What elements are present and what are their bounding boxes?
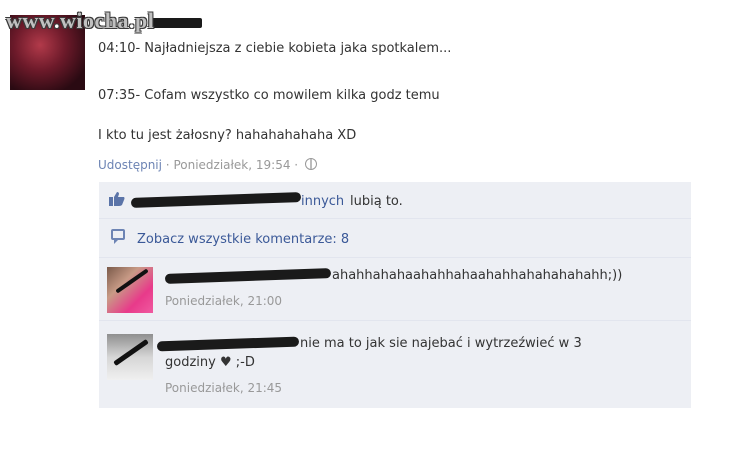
share-link[interactable]: Udostępnij xyxy=(98,158,162,172)
comment-item: nie ma to jak sie najebać i wytrzeźwieć … xyxy=(99,321,691,408)
likes-row: innych lubią to. xyxy=(99,182,691,219)
comment-text: ahahhahahaahahhahaahahhahahahahahh;)) xyxy=(332,268,623,283)
post-line: 07:35- Cofam wszystko co mowilem kilka g… xyxy=(98,88,440,103)
view-all-comments-link[interactable]: Zobacz wszystkie komentarze: 8 xyxy=(137,232,349,247)
post-line: I kto tu jest żałosny? hahahahahaha XD xyxy=(98,128,357,143)
comment-timestamp[interactable]: Poniedziałek, 21:45 xyxy=(165,381,282,395)
redaction-bar xyxy=(164,268,332,284)
comment-text: godziny ♥ ;-D xyxy=(165,355,255,370)
globe-icon[interactable] xyxy=(304,158,317,170)
likes-suffix: lubią to. xyxy=(350,194,403,209)
others-link[interactable]: innych xyxy=(301,194,344,209)
post-timestamp[interactable]: Poniedziałek, 19:54 xyxy=(173,158,290,172)
redaction-bar xyxy=(156,336,300,352)
comment-timestamp[interactable]: Poniedziałek, 21:00 xyxy=(165,294,282,308)
redaction-bar xyxy=(150,18,202,28)
post-line: 04:10- Najładniejsza z ciebie kobieta ja… xyxy=(98,41,452,56)
watermark-name: wiocha xyxy=(59,8,129,33)
commenter-avatar[interactable] xyxy=(107,267,153,313)
watermark-tld: pl xyxy=(134,8,155,33)
post-meta: Udostępnij · Poniedziałek, 19:54 · xyxy=(98,158,317,172)
view-all-comments-row[interactable]: Zobacz wszystkie komentarze: 8 xyxy=(99,219,691,258)
thumbs-up-icon[interactable] xyxy=(109,192,125,206)
redaction-bar xyxy=(130,192,302,208)
feedback-box: innych lubią to. Zobacz wszystkie koment… xyxy=(99,182,691,408)
meta-separator: · xyxy=(161,158,174,172)
watermark-logo: www.wiocha.pl xyxy=(6,8,154,34)
comment-text: nie ma to jak sie najebać i wytrzeźwieć … xyxy=(300,336,582,351)
meta-separator: · xyxy=(290,158,302,172)
comment-item: ahahhahahaahahhahaahahhahahahahahh;)) Po… xyxy=(99,258,691,321)
watermark-prefix: www xyxy=(6,8,54,33)
commenter-avatar[interactable] xyxy=(107,334,153,380)
comment-bubble-icon xyxy=(111,229,125,244)
